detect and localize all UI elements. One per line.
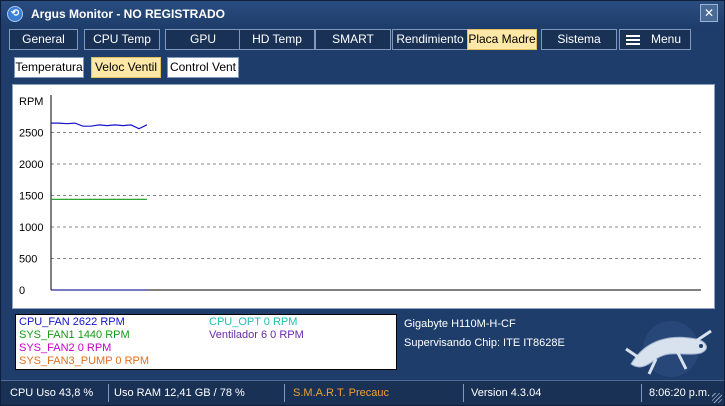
tab-menu[interactable]: Menu <box>619 29 691 50</box>
subtab-control-vent[interactable]: Control Vent <box>167 57 239 78</box>
hamburger-menu-icon <box>626 35 640 45</box>
tab-sistema[interactable]: Sistema <box>541 29 617 50</box>
y-tick-label: 500 <box>19 254 37 266</box>
tab-rendimiento[interactable]: Rendimiento <box>392 29 468 50</box>
tab-cpu-temp[interactable]: CPU Temp <box>84 29 160 50</box>
fan-speed-chart-panel: RPM 0 500 1000 1500 2000 2500 <box>12 84 715 309</box>
status-smart[interactable]: S.M.A.R.T. Precauc <box>293 385 389 401</box>
status-separator <box>284 384 285 402</box>
legend-cpu-opt: CPU_OPT 0 RPM <box>209 316 298 328</box>
status-cpu-usage: CPU Uso 43,8 % <box>10 387 94 399</box>
argus-app-icon: ⟲ <box>7 6 23 22</box>
tab-hd-temp[interactable]: HD Temp <box>239 29 315 50</box>
tab-menu-label: Menu <box>651 32 682 46</box>
legend-sys-fan1: SYS_FAN1 1440 RPM <box>19 329 130 341</box>
tab-placa-madre[interactable]: Placa Madre <box>467 29 537 50</box>
status-ram-usage: Uso RAM 12,41 GB / 78 % <box>114 387 245 399</box>
y-axis-unit-label: RPM <box>19 96 43 108</box>
tab-general[interactable]: General <box>9 29 78 50</box>
tab-smart[interactable]: SMART <box>315 29 391 50</box>
resize-grip[interactable] <box>712 393 722 403</box>
status-time: 8:06:20 p.m. <box>649 387 711 399</box>
status-separator <box>463 384 464 402</box>
gecko-logo <box>625 321 712 377</box>
legend-sys-fan3-pump: SYS_FAN3_PUMP 0 RPM <box>19 355 150 367</box>
series-line-cpu-fan <box>51 122 148 130</box>
status-separator <box>108 384 109 402</box>
status-separator <box>641 384 642 402</box>
close-button[interactable]: ✕ <box>700 4 718 22</box>
fan-speed-chart: RPM 0 500 1000 1500 2000 2500 <box>19 95 701 297</box>
y-tick-label: 1000 <box>19 222 43 234</box>
subtab-veloc-ventil[interactable]: Veloc Ventil <box>91 57 161 78</box>
status-bar: CPU Uso 43,8 % Uso RAM 12,41 GB / 78 % S… <box>1 380 724 405</box>
legend-sys-fan2: SYS_FAN2 0 RPM <box>19 342 112 354</box>
tab-gpu[interactable]: GPU <box>165 29 241 50</box>
y-tick-label: 2000 <box>19 159 43 171</box>
legend-ventilador-6: Ventilador 6 0 RPM <box>209 329 304 341</box>
monitoring-chip: Supervisando Chip: ITE IT8628E <box>404 337 565 349</box>
y-tick-label: 1500 <box>19 191 43 203</box>
window-title: Argus Monitor - NO REGISTRADO <box>31 7 225 21</box>
y-tick-label: 0 <box>19 285 25 297</box>
app-window: ⟲ Argus Monitor - NO REGISTRADO ✕ Genera… <box>0 0 725 406</box>
status-version: Version 4.3.04 <box>471 387 542 399</box>
title-bar[interactable]: ⟲ Argus Monitor - NO REGISTRADO ✕ <box>1 1 724 27</box>
legend-cpu-fan: CPU_FAN 2622 RPM <box>19 316 125 328</box>
subtab-temperatura[interactable]: Temperatura <box>14 57 84 78</box>
motherboard-model: Gigabyte H110M-H-CF <box>404 318 516 330</box>
y-tick-label: 2500 <box>19 128 43 140</box>
fan-legend: CPU_FAN 2622 RPM SYS_FAN1 1440 RPM SYS_F… <box>15 314 397 370</box>
